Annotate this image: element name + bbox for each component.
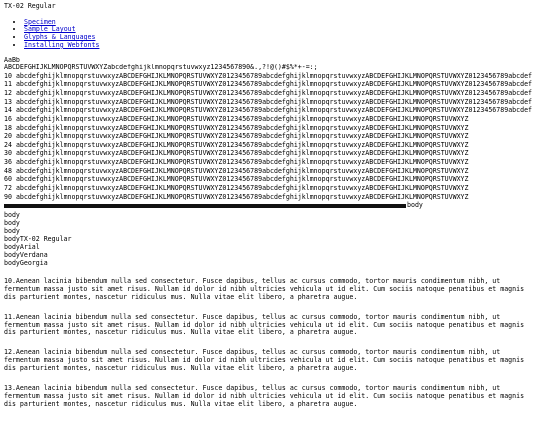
size-row: 13 abcdefghijklmnopqrstuvwxyzABCDEFGHIJK… <box>4 98 538 107</box>
stack-line: bodyGeorgia <box>4 258 48 267</box>
size-row: 11 abcdefghijklmnopqrstuvwxyzABCDEFGHIJK… <box>4 80 538 89</box>
size-number: 18 <box>4 123 12 132</box>
alphabet-sample: ABCDEFGHIJKLMNOPQRSTUVWXYZabcdefghijklmn… <box>4 64 318 72</box>
size-number: 12 <box>4 89 12 98</box>
size-text: abcdefghijklmnopqrstuvwxyzABCDEFGHIJKLMN… <box>15 175 469 184</box>
size-waterfall: 10 abcdefghijklmnopqrstuvwxyzABCDEFGHIJK… <box>4 72 538 201</box>
stack-line: bodyVerdana <box>4 251 48 260</box>
nav-link-installing-webfonts[interactable]: Installing Webfonts <box>24 41 99 49</box>
size-text: abcdefghijklmnopqrstuvwxyzABCDEFGHIJKLMN… <box>15 158 469 167</box>
nav-item-sample-layout: Sample Layout <box>24 25 538 34</box>
size-text: abcdefghijklmnopqrstuvwxyzABCDEFGHIJKLMN… <box>15 71 533 80</box>
font-stack-list: body body body bodyTX-02 Regular bodyAri… <box>4 211 538 268</box>
size-number: 48 <box>4 166 12 175</box>
size-row: 24 abcdefghijklmnopqrstuvwxyzABCDEFGHIJK… <box>4 141 538 150</box>
nav-list: Specimen Sample Layout Glyphs & Language… <box>4 18 538 50</box>
size-row: 30 abcdefghijklmnopqrstuvwxyzABCDEFGHIJK… <box>4 149 538 158</box>
size-number: 36 <box>4 158 12 167</box>
size-number: 16 <box>4 114 12 123</box>
specimen-page: TX-02 Regular Specimen Sample Layout Gly… <box>4 2 538 421</box>
size-text: abcdefghijklmnopqrstuvwxyzABCDEFGHIJKLMN… <box>15 89 533 98</box>
size-text: abcdefghijklmnopqrstuvwxyzABCDEFGHIJKLMN… <box>15 149 469 158</box>
size-text: abcdefghijklmnopqrstuvwxyzABCDEFGHIJKLMN… <box>15 192 469 201</box>
size-row: 20 abcdefghijklmnopqrstuvwxyzABCDEFGHIJK… <box>4 132 538 141</box>
nav-item-specimen: Specimen <box>24 18 538 27</box>
size-row: 36 abcdefghijklmnopqrstuvwxyzABCDEFGHIJK… <box>4 158 538 167</box>
size-row: 16 abcdefghijklmnopqrstuvwxyzABCDEFGHIJK… <box>4 115 538 124</box>
size-number: 10 <box>4 71 12 80</box>
paragraph-samples: 10.Aenean lacinia bibendum nulla sed con… <box>4 276 538 409</box>
nav-item-installing-webfonts: Installing Webfonts <box>24 41 538 50</box>
size-number: 72 <box>4 183 12 192</box>
size-text: abcdefghijklmnopqrstuvwxyzABCDEFGHIJKLMN… <box>15 114 469 123</box>
size-text: abcdefghijklmnopqrstuvwxyzABCDEFGHIJKLMN… <box>15 166 469 175</box>
size-number: 13 <box>4 97 12 106</box>
nav-item-glyphs-languages: Glyphs & Languages <box>24 33 538 42</box>
black-bar <box>4 203 406 208</box>
black-bar-row: body <box>4 201 538 210</box>
size-number: 24 <box>4 140 12 149</box>
size-number: 14 <box>4 106 12 115</box>
size-text: abcdefghijklmnopqrstuvwxyzABCDEFGHIJKLMN… <box>15 140 469 149</box>
size-row: 18 abcdefghijklmnopqrstuvwxyzABCDEFGHIJK… <box>4 124 538 133</box>
size-row: 10 abcdefghijklmnopqrstuvwxyzABCDEFGHIJK… <box>4 72 538 81</box>
stack-line: bodyTX-02 Regular <box>4 235 72 244</box>
bar-label: body <box>407 200 423 209</box>
size-text: abcdefghijklmnopqrstuvwxyzABCDEFGHIJKLMN… <box>15 106 533 115</box>
paragraph-sample: 13.Aenean lacinia bibendum nulla sed con… <box>4 384 525 408</box>
stack-line: bodyArial <box>4 243 40 252</box>
stack-line: body <box>4 219 20 228</box>
paragraph-sample: 12.Aenean lacinia bibendum nulla sed con… <box>4 348 525 373</box>
size-text: abcdefghijklmnopqrstuvwxyzABCDEFGHIJKLMN… <box>15 132 469 141</box>
size-number: 60 <box>4 175 12 184</box>
size-number: 30 <box>4 149 12 158</box>
size-row: 72 abcdefghijklmnopqrstuvwxyzABCDEFGHIJK… <box>4 184 538 193</box>
size-text: abcdefghijklmnopqrstuvwxyzABCDEFGHIJKLMN… <box>15 80 533 89</box>
size-number: 11 <box>4 80 12 89</box>
size-row: 90 abcdefghijklmnopqrstuvwxyzABCDEFGHIJK… <box>4 193 538 202</box>
aabb-sample: AaBb <box>4 56 20 64</box>
size-row: 12 abcdefghijklmnopqrstuvwxyzABCDEFGHIJK… <box>4 89 538 98</box>
size-row: 48 abcdefghijklmnopqrstuvwxyzABCDEFGHIJK… <box>4 167 538 176</box>
stack-line: body <box>4 227 20 236</box>
size-number: 20 <box>4 132 12 141</box>
size-number: 90 <box>4 192 12 201</box>
size-row: 14 abcdefghijklmnopqrstuvwxyzABCDEFGHIJK… <box>4 106 538 115</box>
paragraph-sample: 10.Aenean lacinia bibendum nulla sed con… <box>4 276 525 301</box>
paragraph-sample: 11.Aenean lacinia bibendum nulla sed con… <box>4 312 525 337</box>
size-text: abcdefghijklmnopqrstuvwxyzABCDEFGHIJKLMN… <box>15 97 533 106</box>
size-text: abcdefghijklmnopqrstuvwxyzABCDEFGHIJKLMN… <box>15 123 469 132</box>
size-row: 60 abcdefghijklmnopqrstuvwxyzABCDEFGHIJK… <box>4 175 538 184</box>
size-text: abcdefghijklmnopqrstuvwxyzABCDEFGHIJKLMN… <box>15 183 469 192</box>
stack-line: body <box>4 211 20 220</box>
page-title: TX-02 Regular <box>4 2 56 10</box>
